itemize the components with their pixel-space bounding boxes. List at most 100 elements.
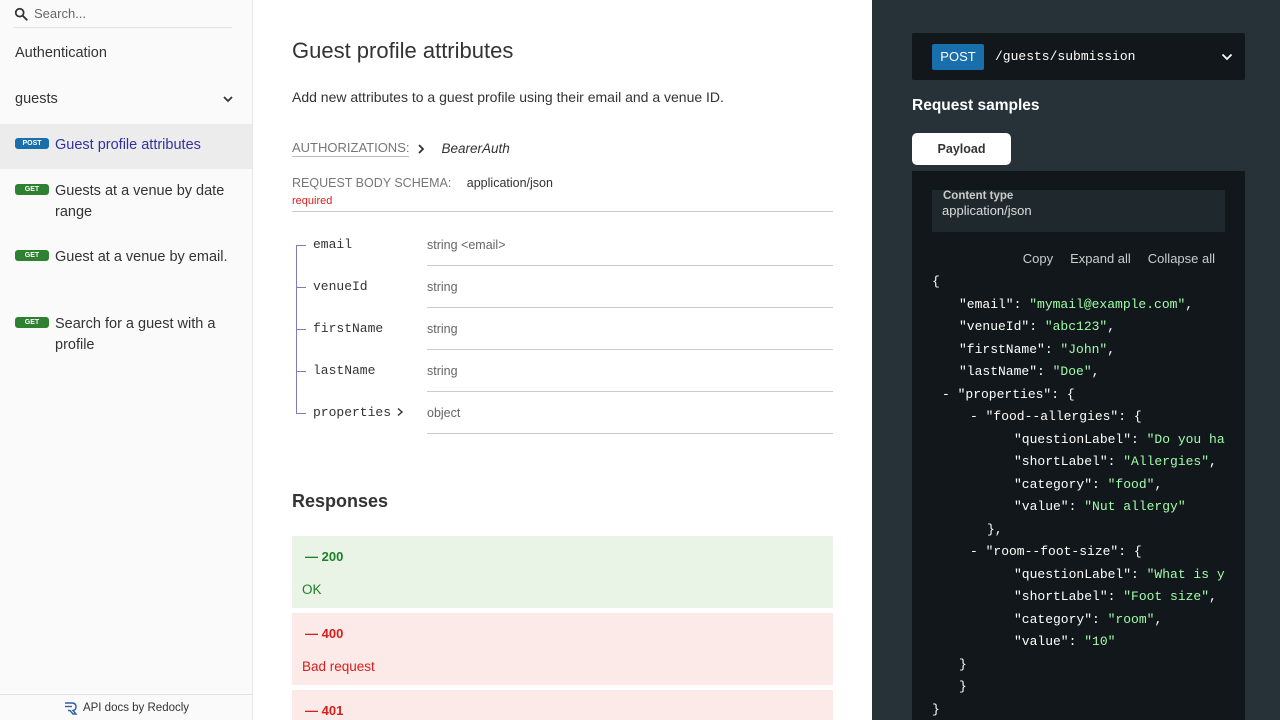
sidebar-group-label: guests <box>15 91 58 107</box>
response-code: — 400 <box>305 626 344 641</box>
method-badge: POST <box>15 138 49 149</box>
authorizations-label: AUTHORIZATIONS: <box>292 140 410 157</box>
redocly-logo-icon <box>64 701 78 715</box>
request-body-schema-row: REQUEST BODY SCHEMA: application/json <box>292 176 553 190</box>
divider <box>427 391 833 392</box>
request-body-schema-label: REQUEST BODY SCHEMA: <box>292 176 452 190</box>
sample-actions: Copy Expand all Collapse all <box>1023 251 1215 266</box>
divider <box>427 349 833 350</box>
code-line: "category": "room", <box>1014 611 1163 627</box>
response-code: — 200 <box>305 549 344 564</box>
sidebar-group-guests[interactable]: guests <box>15 91 235 107</box>
field-type: string <box>427 322 458 336</box>
code-line: - "properties": { <box>942 386 1075 402</box>
field-name: venueId <box>313 279 368 294</box>
sidebar-item-label: Guest profile attributes <box>55 137 201 153</box>
tab-payload[interactable]: Payload <box>912 133 1011 165</box>
code-line: "shortLabel": "Allergies", <box>1014 454 1217 469</box>
chevron-down-icon[interactable] <box>1220 50 1234 64</box>
samples-panel: POST /guests/submission Request samples … <box>872 0 1280 720</box>
authorizations-value: BearerAuth <box>441 141 510 156</box>
chevron-right-icon[interactable] <box>415 143 427 155</box>
code-line: "shortLabel": "Foot size", <box>1014 589 1217 604</box>
field-name: firstName <box>313 321 384 336</box>
code-line: } <box>932 701 940 717</box>
field-type: object <box>427 406 461 420</box>
sidebar: Authentication guests POST Guest profile… <box>0 0 253 720</box>
divider <box>427 433 833 434</box>
code-line: "category": "food", <box>1014 476 1163 492</box>
response-description: Bad request <box>302 659 375 674</box>
endpoint-dropdown[interactable]: POST /guests/submission <box>912 33 1245 80</box>
response-200[interactable]: — 200 OK <box>292 536 833 608</box>
copy-button[interactable]: Copy <box>1023 251 1053 266</box>
chevron-down-icon <box>223 96 233 103</box>
payload-sample: Content type application/json Copy Expan… <box>912 171 1245 720</box>
code-line: } <box>959 679 967 694</box>
response-code: — 401 <box>305 703 344 718</box>
field-name: lastName <box>313 363 376 378</box>
sidebar-item-guests-by-date-range[interactable]: GET Guests at a venue by date range <box>0 181 252 226</box>
code-line: "value": "Nut allergy" <box>1014 499 1186 514</box>
code-line: "email": "mymail@example.com", <box>959 296 1194 312</box>
response-description: OK <box>302 582 322 597</box>
operation-content: Guest profile attributes Add new attribu… <box>253 0 872 720</box>
code-line: "lastName": "Doe", <box>959 364 1100 379</box>
operation-description: Add new attributes to a guest profile us… <box>292 89 724 105</box>
content-type-label: Content type <box>943 190 1014 202</box>
redocly-footer-link[interactable]: API docs by Redocly <box>0 694 252 720</box>
method-badge: POST <box>932 43 984 70</box>
page-title: Guest profile attributes <box>292 38 514 63</box>
field-type: string <email> <box>427 238 506 252</box>
code-line: "firstName": "John", <box>959 341 1116 357</box>
sidebar-item-guest-by-email[interactable]: GET Guest at a venue by email. <box>0 247 252 292</box>
sidebar-item-authentication[interactable]: Authentication <box>15 45 267 61</box>
code-line: "venueId": "abc123", <box>959 319 1116 334</box>
schema-field-properties[interactable]: properties object <box>292 405 833 455</box>
endpoint-path: /guests/submission <box>995 49 1136 64</box>
responses-title: Responses <box>292 491 389 511</box>
field-name: email <box>313 237 353 252</box>
field-type: string <box>427 280 458 294</box>
tree-tick <box>296 371 306 372</box>
footer-text: API docs by Redocly <box>82 701 190 714</box>
field-name-expandable[interactable]: properties <box>313 405 405 420</box>
collapse-all-button[interactable]: Collapse all <box>1148 251 1215 266</box>
code-line: "questionLabel": "Do you ha <box>1014 431 1225 447</box>
code-line: } <box>959 656 967 672</box>
sidebar-item-label: Guest at a venue by email. <box>55 249 228 265</box>
sidebar-item-label: Search for a guest with a profile <box>55 316 216 353</box>
code-line: - "food--allergies": { <box>970 409 1142 424</box>
field-name: properties <box>313 405 392 420</box>
search-input[interactable] <box>34 6 214 21</box>
authorizations-row[interactable]: AUTHORIZATIONS: BearerAuth <box>292 140 510 157</box>
code-line: "value": "10" <box>1014 634 1116 649</box>
method-badge: GET <box>15 250 49 261</box>
tree-tick <box>296 287 306 288</box>
schema-field-email: email string <email> <box>292 237 833 287</box>
json-sample-code: { "email": "mymail@example.com", "venueId"… <box>932 272 1225 720</box>
sidebar-item-search-guest-with-profile[interactable]: GET Search for a guest with a profile <box>0 314 252 359</box>
response-400[interactable]: — 400 Bad request <box>292 613 833 685</box>
method-badge: GET <box>15 317 49 328</box>
content-type-box: Content type application/json <box>932 190 1225 232</box>
code-line: { <box>932 274 940 289</box>
required-label: required <box>292 195 333 207</box>
chevron-right-icon[interactable] <box>395 407 405 417</box>
request-samples-title: Request samples <box>912 97 1040 114</box>
sidebar-item-label: Guests at a venue by date range <box>55 183 225 220</box>
search-icon <box>14 7 28 21</box>
divider <box>427 265 833 266</box>
code-line: }, <box>987 521 1003 537</box>
sidebar-item-guest-profile-attributes[interactable]: POST Guest profile attributes <box>0 124 252 169</box>
response-401[interactable]: — 401 <box>292 690 833 720</box>
content-type-value: application/json <box>942 203 1032 218</box>
expand-all-button[interactable]: Expand all <box>1070 251 1131 266</box>
tree-tick <box>296 413 306 414</box>
code-line: "questionLabel": "What is y <box>1014 566 1225 582</box>
code-line: - "room--foot-size": { <box>970 544 1142 559</box>
search-box[interactable] <box>14 0 232 28</box>
request-body-schema-value: application/json <box>466 176 553 190</box>
method-badge: GET <box>15 184 49 195</box>
field-type: string <box>427 364 458 378</box>
